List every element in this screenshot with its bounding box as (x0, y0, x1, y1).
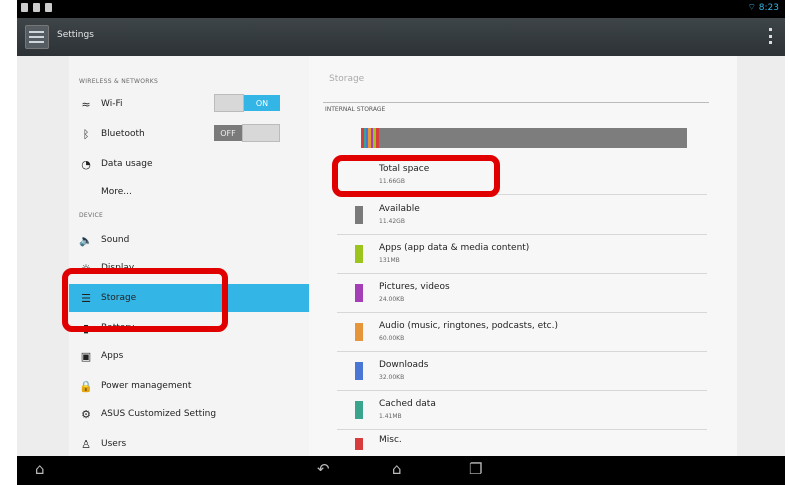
users-icon: ♙ (81, 437, 91, 451)
highlight-box-total-space (332, 155, 500, 197)
device-header: DEVICE (79, 212, 104, 219)
color-swatch (355, 401, 363, 419)
storage-row-audio[interactable]: Audio (music, ringtones, podcasts, etc.)… (337, 313, 707, 352)
storage-row-pictures[interactable]: Pictures, videos 24.00KB (337, 274, 707, 313)
sidebar-item-asus-customized[interactable]: ⚙ ASUS Customized Setting (69, 400, 309, 428)
apps-icon: ▣ (80, 349, 92, 363)
sidebar-item-users[interactable]: ♙ Users (69, 430, 309, 458)
navigation-bar: ⌂ ↶ ⌂ ❐ (17, 456, 785, 485)
storage-row-downloads[interactable]: Downloads 32.00KB (337, 352, 707, 391)
clock: 8:23 (758, 3, 779, 13)
notification-icon (45, 3, 52, 12)
sidebar-item-wifi[interactable]: ≈ Wi-Fi ON (69, 90, 309, 118)
storage-row-available[interactable]: Available 11.42GB (337, 196, 707, 235)
sidebar-item-data-usage[interactable]: ◔ Data usage (69, 150, 309, 178)
asus-gear-icon: ⚙ (81, 407, 91, 421)
wifi-toggle[interactable]: ON (214, 94, 280, 112)
sidebar-item-power-management[interactable]: 🔒 Power management (69, 372, 309, 400)
settings-sidebar: WIRELESS & NETWORKS ≈ Wi-Fi ON ᛒ Bluetoo… (69, 56, 309, 456)
sidebar-item-sound[interactable]: 🔈 Sound (69, 226, 309, 254)
storage-row-cached[interactable]: Cached data 1.41MB (337, 391, 707, 430)
status-bar: ⌔ 8:23 (17, 0, 785, 18)
home-icon[interactable]: ⌂ (392, 460, 402, 478)
settings-content: WIRELESS & NETWORKS ≈ Wi-Fi ON ᛒ Bluetoo… (17, 56, 785, 456)
power-icon: 🔒 (79, 379, 93, 393)
notification-icon (21, 3, 28, 12)
section-header: INTERNAL STORAGE (325, 106, 386, 113)
color-swatch (355, 245, 363, 263)
sidebar-item-more[interactable]: More... (69, 178, 309, 206)
storage-pane: Storage INTERNAL STORAGE Total space 11.… (309, 56, 737, 456)
car-mode-icon[interactable]: ⌂ (35, 460, 45, 478)
tablet-screen: ⌔ 8:23 Settings WIRELESS & NETWORKS ≈ Wi… (0, 0, 790, 485)
bluetooth-icon: ᛒ (82, 127, 90, 141)
recent-apps-icon[interactable]: ❐ (469, 460, 482, 478)
sidebar-item-bluetooth[interactable]: ᛒ Bluetooth OFF (69, 120, 309, 148)
data-usage-icon: ◔ (81, 157, 91, 171)
page-title: Storage (329, 74, 365, 84)
storage-row-apps[interactable]: Apps (app data & media content) 131MB (337, 235, 707, 274)
divider (323, 102, 709, 103)
color-swatch (355, 284, 363, 302)
wifi-icon: ≈ (81, 97, 91, 111)
sound-icon: 🔈 (79, 233, 93, 247)
storage-usage-bar (361, 128, 687, 148)
back-icon[interactable]: ↶ (317, 460, 330, 478)
sidebar-item-apps[interactable]: ▣ Apps (69, 342, 309, 370)
notification-icon (33, 3, 40, 12)
status-right: ⌔ 8:23 (747, 2, 779, 13)
overflow-menu-icon[interactable] (767, 28, 773, 44)
highlight-box-storage (62, 268, 228, 332)
color-swatch (355, 438, 363, 450)
action-bar-title: Settings (57, 30, 94, 40)
notification-icons (21, 3, 52, 12)
color-swatch (355, 362, 363, 380)
settings-app-icon[interactable] (25, 25, 49, 49)
wireless-header: WIRELESS & NETWORKS (79, 78, 159, 85)
wifi-status-icon: ⌔ (747, 3, 756, 13)
bluetooth-toggle[interactable]: OFF (214, 124, 280, 142)
color-swatch (355, 206, 363, 224)
color-swatch (355, 323, 363, 341)
action-bar: Settings (17, 18, 785, 56)
